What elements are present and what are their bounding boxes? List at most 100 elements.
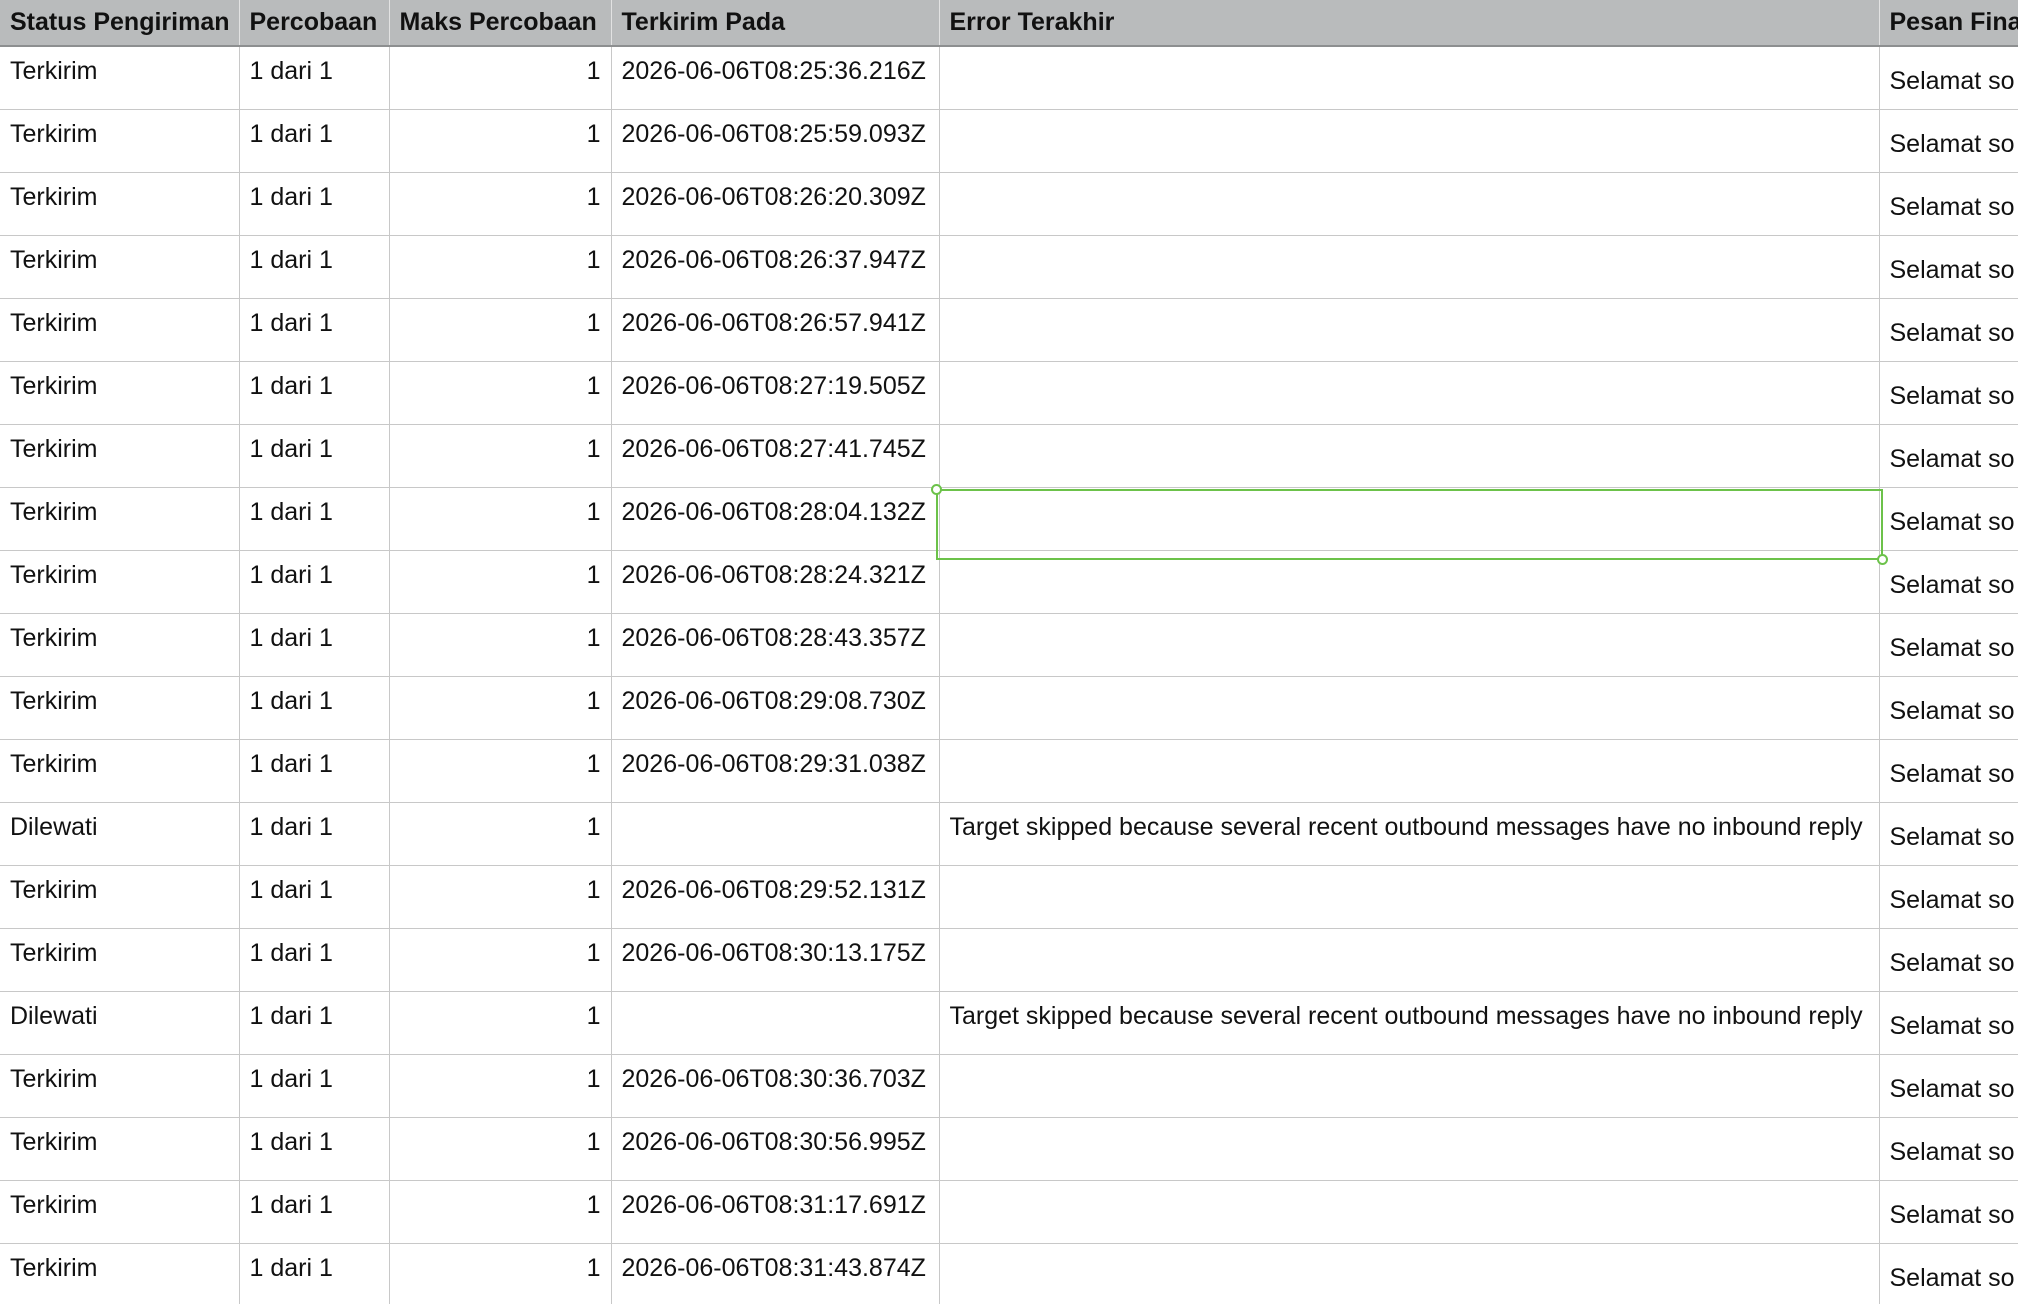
cell-final-message[interactable]: Selamat so [1879, 802, 2018, 866]
cell-sent-at[interactable]: 2026-06-06T08:25:36.216Z [611, 46, 940, 110]
cell-final-message[interactable]: Selamat so [1879, 613, 2018, 677]
cell-final-message[interactable]: Selamat so [1879, 1117, 2018, 1181]
cell-attempt[interactable]: 1 dari 1 [239, 361, 390, 425]
cell-final-message[interactable]: Selamat so [1879, 487, 2018, 551]
cell-attempt[interactable]: 1 dari 1 [239, 991, 390, 1055]
cell-max-attempts[interactable]: 1 [389, 1243, 612, 1304]
cell-status[interactable]: Terkirim [0, 550, 240, 614]
cell-last-error[interactable] [939, 424, 1880, 488]
cell-max-attempts[interactable]: 1 [389, 1054, 612, 1118]
cell-max-attempts[interactable]: 1 [389, 613, 612, 677]
cell-sent-at[interactable]: 2026-06-06T08:29:52.131Z [611, 865, 940, 929]
column-header-sent-at[interactable]: Terkirim Pada [611, 0, 940, 47]
cell-attempt[interactable]: 1 dari 1 [239, 235, 390, 299]
cell-last-error[interactable] [939, 613, 1880, 677]
cell-max-attempts[interactable]: 1 [389, 424, 612, 488]
cell-max-attempts[interactable]: 1 [389, 676, 612, 740]
cell-sent-at[interactable]: 2026-06-06T08:30:36.703Z [611, 1054, 940, 1118]
cell-max-attempts[interactable]: 1 [389, 1117, 612, 1181]
cell-status[interactable]: Terkirim [0, 1054, 240, 1118]
cell-attempt[interactable]: 1 dari 1 [239, 1054, 390, 1118]
cell-max-attempts[interactable]: 1 [389, 487, 612, 551]
cell-max-attempts[interactable]: 1 [389, 991, 612, 1055]
cell-final-message[interactable]: Selamat so [1879, 865, 2018, 929]
cell-last-error[interactable] [939, 46, 1880, 110]
cell-last-error[interactable] [939, 1180, 1880, 1244]
cell-final-message[interactable]: Selamat so [1879, 739, 2018, 803]
cell-attempt[interactable]: 1 dari 1 [239, 1117, 390, 1181]
cell-max-attempts[interactable]: 1 [389, 1180, 612, 1244]
cell-final-message[interactable]: Selamat so [1879, 46, 2018, 110]
cell-last-error[interactable] [939, 928, 1880, 992]
cell-final-message[interactable]: Selamat so [1879, 298, 2018, 362]
cell-final-message[interactable]: Selamat so [1879, 1180, 2018, 1244]
cell-attempt[interactable]: 1 dari 1 [239, 1243, 390, 1304]
cell-status[interactable]: Terkirim [0, 1117, 240, 1181]
cell-final-message[interactable]: Selamat so [1879, 676, 2018, 740]
cell-sent-at[interactable]: 2026-06-06T08:25:59.093Z [611, 109, 940, 173]
cell-attempt[interactable]: 1 dari 1 [239, 739, 390, 803]
cell-last-error[interactable] [939, 487, 1880, 551]
cell-status[interactable]: Terkirim [0, 235, 240, 299]
cell-status[interactable]: Terkirim [0, 298, 240, 362]
cell-sent-at[interactable]: 2026-06-06T08:29:08.730Z [611, 676, 940, 740]
cell-attempt[interactable]: 1 dari 1 [239, 172, 390, 236]
cell-final-message[interactable]: Selamat so [1879, 172, 2018, 236]
cell-last-error[interactable]: Target skipped because several recent ou… [939, 802, 1880, 866]
cell-sent-at[interactable]: 2026-06-06T08:31:43.874Z [611, 1243, 940, 1304]
cell-sent-at[interactable]: 2026-06-06T08:27:41.745Z [611, 424, 940, 488]
cell-last-error[interactable] [939, 1054, 1880, 1118]
cell-attempt[interactable]: 1 dari 1 [239, 865, 390, 929]
cell-status[interactable]: Terkirim [0, 361, 240, 425]
cell-attempt[interactable]: 1 dari 1 [239, 550, 390, 614]
cell-last-error[interactable] [939, 865, 1880, 929]
cell-max-attempts[interactable]: 1 [389, 802, 612, 866]
cell-attempt[interactable]: 1 dari 1 [239, 424, 390, 488]
cell-last-error[interactable]: Target skipped because several recent ou… [939, 991, 1880, 1055]
column-header-max-attempts[interactable]: Maks Percobaan [389, 0, 612, 47]
cell-attempt[interactable]: 1 dari 1 [239, 676, 390, 740]
cell-last-error[interactable] [939, 739, 1880, 803]
cell-attempt[interactable]: 1 dari 1 [239, 802, 390, 866]
cell-attempt[interactable]: 1 dari 1 [239, 928, 390, 992]
cell-final-message[interactable]: Selamat so [1879, 235, 2018, 299]
cell-status[interactable]: Dilewati [0, 991, 240, 1055]
cell-max-attempts[interactable]: 1 [389, 928, 612, 992]
cell-attempt[interactable]: 1 dari 1 [239, 487, 390, 551]
cell-status[interactable]: Terkirim [0, 424, 240, 488]
cell-last-error[interactable] [939, 109, 1880, 173]
cell-status[interactable]: Terkirim [0, 1180, 240, 1244]
cell-attempt[interactable]: 1 dari 1 [239, 1180, 390, 1244]
cell-final-message[interactable]: Selamat so [1879, 1243, 2018, 1304]
cell-attempt[interactable]: 1 dari 1 [239, 109, 390, 173]
cell-sent-at[interactable]: 2026-06-06T08:26:57.941Z [611, 298, 940, 362]
column-header-attempt[interactable]: Percobaan [239, 0, 390, 47]
cell-last-error[interactable] [939, 172, 1880, 236]
column-header-last-error[interactable]: Error Terakhir [939, 0, 1880, 47]
cell-last-error[interactable] [939, 550, 1880, 614]
cell-sent-at[interactable] [611, 802, 940, 866]
cell-final-message[interactable]: Selamat so [1879, 1054, 2018, 1118]
cell-sent-at[interactable]: 2026-06-06T08:28:43.357Z [611, 613, 940, 677]
column-header-final-message[interactable]: Pesan Fina [1879, 0, 2018, 47]
cell-status[interactable]: Terkirim [0, 109, 240, 173]
cell-status[interactable]: Terkirim [0, 865, 240, 929]
cell-sent-at[interactable]: 2026-06-06T08:28:24.321Z [611, 550, 940, 614]
cell-status[interactable]: Terkirim [0, 739, 240, 803]
cell-max-attempts[interactable]: 1 [389, 298, 612, 362]
cell-last-error[interactable] [939, 1243, 1880, 1304]
cell-max-attempts[interactable]: 1 [389, 46, 612, 110]
cell-last-error[interactable] [939, 235, 1880, 299]
cell-status[interactable]: Terkirim [0, 487, 240, 551]
column-header-status[interactable]: Status Pengiriman [0, 0, 240, 47]
cell-status[interactable]: Terkirim [0, 928, 240, 992]
cell-max-attempts[interactable]: 1 [389, 235, 612, 299]
cell-sent-at[interactable]: 2026-06-06T08:27:19.505Z [611, 361, 940, 425]
cell-status[interactable]: Terkirim [0, 172, 240, 236]
cell-max-attempts[interactable]: 1 [389, 172, 612, 236]
cell-attempt[interactable]: 1 dari 1 [239, 613, 390, 677]
cell-status[interactable]: Terkirim [0, 613, 240, 677]
cell-status[interactable]: Dilewati [0, 802, 240, 866]
cell-max-attempts[interactable]: 1 [389, 865, 612, 929]
cell-sent-at[interactable] [611, 991, 940, 1055]
